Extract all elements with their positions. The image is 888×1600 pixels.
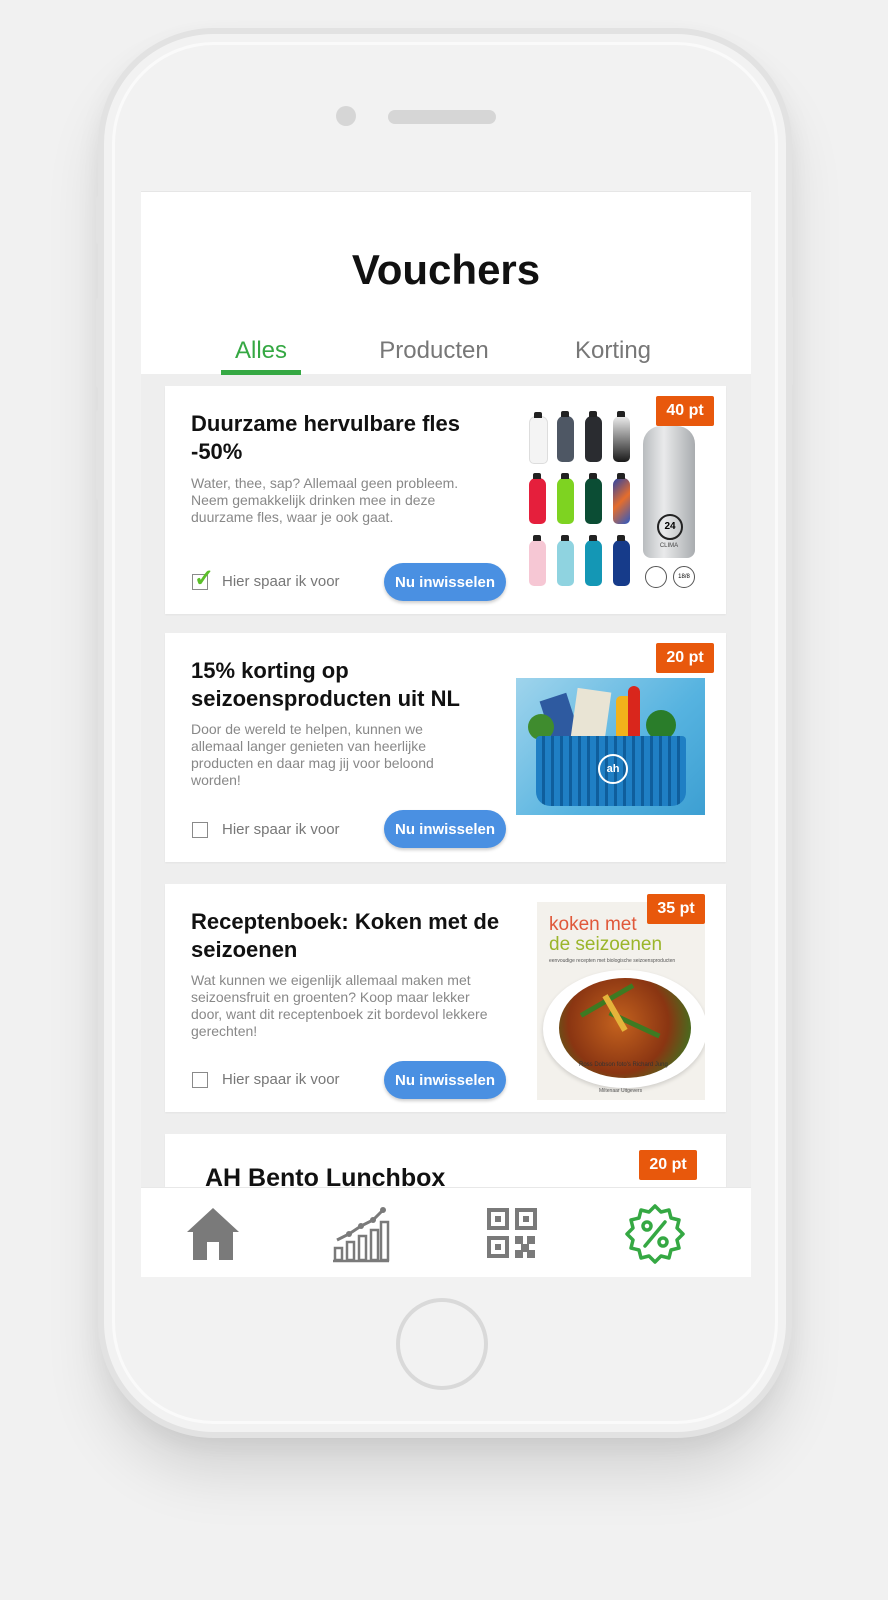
book-title-line1: koken met <box>549 914 637 935</box>
voucher-title: Receptenboek: Koken met de seizoenen <box>191 909 500 962</box>
save-for-toggle[interactable]: Hier spaar ik voor <box>192 1071 340 1088</box>
book-authors: Ross Dobson foto's Richard Jung <box>579 1062 668 1068</box>
book-title-line2: de seizoenen <box>549 934 663 955</box>
save-for-toggle[interactable]: Hier spaar ik voor <box>192 821 340 838</box>
voucher-description: Door de wereld te helpen, kunnen we alle… <box>191 721 434 788</box>
voucher-card-cookbook[interactable]: Receptenboek: Koken met de seizoenen Wat… <box>165 884 726 1112</box>
save-label: Hier spaar ik voor <box>222 1071 340 1088</box>
cookbook-cover-image: koken met de seizoenen eenvoudige recept… <box>537 902 705 1100</box>
bottle-product-image: 24 CLIMA 18/8 <box>525 406 717 606</box>
points-badge: 40 pt <box>656 396 714 426</box>
steel-seal: 18/8 <box>673 566 695 588</box>
redeem-button[interactable]: Nu inwisselen <box>384 563 506 601</box>
voucher-description: Wat kunnen we eigenlijk allemaal maken m… <box>191 972 488 1039</box>
save-checkbox[interactable] <box>192 1071 208 1088</box>
redeem-button[interactable]: Nu inwisselen <box>384 810 506 848</box>
save-checkbox[interactable]: ✓ <box>192 566 214 590</box>
book-publisher: Miltenaar Uitgevers <box>599 1088 643 1094</box>
page-title: Vouchers <box>351 246 541 293</box>
save-label: Hier spaar ik voor <box>222 821 340 838</box>
save-label: Hier spaar ik voor <box>222 573 340 590</box>
tab-alles[interactable]: Alles <box>181 337 341 365</box>
mute-switch <box>96 196 101 244</box>
bottle-logo: 24 <box>657 514 683 540</box>
volume-down-button <box>96 410 101 500</box>
voucher-description: Water, thee, sap? Allemaal geen probleem… <box>191 475 459 525</box>
redeem-button[interactable]: Nu inwisselen <box>384 1061 506 1099</box>
volume-up-button <box>96 298 101 388</box>
save-for-toggle[interactable]: ✓ Hier spaar ik voor <box>192 566 340 590</box>
voucher-card-season-discount[interactable]: 15% korting op seizoensproducten uit NL … <box>165 633 726 862</box>
basket-logo: ah <box>598 754 628 784</box>
bottle-brand: CLIMA <box>659 543 679 549</box>
points-badge: 35 pt <box>647 894 705 924</box>
checkmark-icon: ✓ <box>194 564 215 592</box>
app-header: Vouchers Alles Producten Korting <box>141 191 751 375</box>
points-badge: 20 pt <box>656 643 714 673</box>
front-camera <box>336 106 356 126</box>
chart-icon[interactable] <box>331 1204 391 1264</box>
home-icon[interactable] <box>183 1204 243 1264</box>
grocery-basket-image: ah <box>516 678 705 815</box>
home-hardware-button[interactable] <box>396 1298 488 1390</box>
voucher-list[interactable]: Duurzame hervulbare fles -50% Water, the… <box>141 374 751 1277</box>
discount-badge-icon[interactable] <box>625 1204 685 1264</box>
voucher-title: 15% korting op seizoensproducten uit NL <box>191 658 460 711</box>
points-badge: 20 pt <box>639 1150 697 1180</box>
qr-code-icon[interactable] <box>483 1204 543 1264</box>
earpiece-speaker <box>388 110 496 124</box>
book-subtitle: eenvoudige recepten met biologische seiz… <box>549 958 676 964</box>
voucher-title: Duurzame hervulbare fles -50% <box>191 411 460 464</box>
power-button <box>788 296 793 386</box>
voucher-card-bottle[interactable]: Duurzame hervulbare fles -50% Water, the… <box>165 386 726 614</box>
app-screen: Vouchers Alles Producten Korting Duurzam… <box>141 191 751 1277</box>
tab-korting[interactable]: Korting <box>533 337 693 365</box>
bottom-nav <box>141 1187 751 1277</box>
save-checkbox[interactable] <box>192 821 208 838</box>
tab-producten[interactable]: Producten <box>354 337 514 365</box>
